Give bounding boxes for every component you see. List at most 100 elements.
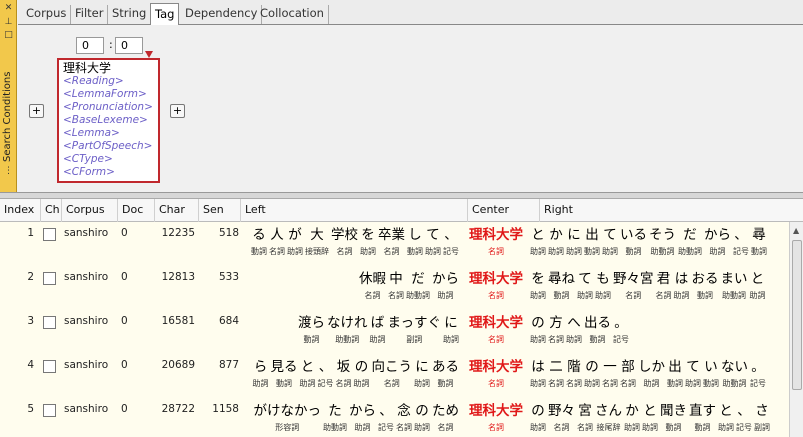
token-word: 宮 [578,403,592,419]
token-word: だ [683,227,697,243]
grip-icon[interactable]: ⋮ [3,166,14,176]
token-pos: 助詞 [595,291,611,300]
table-row[interactable]: 5 sanshiro 0 28722 1158 がけなかっ 形容詞た助動詞 から 助詞、記号念名… [0,398,789,437]
right-token: と助詞 [718,402,734,433]
token-pos: 名詞 [655,291,672,300]
scroll-up-icon[interactable]: ▲ [793,226,799,235]
row-checkbox[interactable] [43,272,56,285]
token-word: 、 [737,403,751,419]
token-pos: 名詞 [602,379,618,388]
tab-string[interactable]: String [108,5,152,24]
token-word: ば [370,315,385,331]
token-pos: 助詞 [643,379,660,388]
col-sen[interactable]: Sen [199,199,241,222]
token-word: そう [649,227,676,243]
token-pos: 助詞 [530,379,546,388]
attr-lemmaform[interactable]: <LemmaForm> [63,88,154,101]
right-token: も助詞 [595,270,611,301]
col-left[interactable]: Left [241,199,468,222]
right-token: そう 助動詞 [649,226,676,257]
token-word: は [674,271,689,287]
right-token: は助詞 [530,358,546,389]
token-word: から [349,403,376,419]
left-token: し動詞 [407,226,423,257]
left-token: 念名詞 [396,402,412,433]
row-index: 1 [27,227,34,239]
table-row[interactable]: 2 sanshiro 0 12813 533 休暇 名詞中名詞だ助動詞 から 助詞 理科大学 名詞を… [0,266,789,311]
token-pos: 形容詞 [275,423,300,432]
table-row[interactable]: 3 sanshiro 0 16581 684 渡ら 動詞 なけれ 助動詞ば助詞 まっすぐ 副詞に助詞… [0,310,789,355]
left-token: がけなかっ 形容詞 [254,402,322,433]
col-center[interactable]: Center [468,199,540,222]
attr-lemma[interactable]: <Lemma> [63,127,154,140]
attr-reading[interactable]: <Reading> [63,75,154,88]
col-doc[interactable]: Doc [118,199,155,222]
attr-baselexeme[interactable]: <BaseLexeme> [63,114,154,127]
center-keyword[interactable]: 理科大学 名詞 [468,402,526,433]
center-keyword[interactable]: 理科大学 名詞 [468,358,526,389]
results-table-header: Index Ch Corpus Doc Char Sen Left Center… [0,199,803,222]
token-word: の [531,403,545,419]
token-pos: 名詞 [488,335,504,344]
token-pos: 助詞 [353,379,370,388]
tab-collocation[interactable]: Collocation [256,5,329,24]
token-pos: 名詞 [383,379,400,388]
token-pos: 記号 [317,379,334,388]
attr-cform[interactable]: <CForm> [63,166,154,179]
tab-corpus[interactable]: Corpus [22,5,72,24]
token-word: 聞き [660,403,687,419]
restore-icon[interactable]: □ [3,30,14,40]
token-word: 出 [668,359,682,375]
center-keyword[interactable]: 理科大学 名詞 [468,226,526,257]
token-word: て [426,227,440,243]
token-word: に [415,359,429,375]
attr-pronunciation[interactable]: <Pronunciation> [63,101,154,114]
scroll-thumb[interactable] [792,240,802,390]
col-check[interactable]: Ch [41,199,62,222]
search-conditions-strip[interactable]: ✕ ⊥ □ Search Conditions ⋮ [0,0,17,192]
col-corpus[interactable]: Corpus [62,199,118,222]
center-keyword[interactable]: 理科大学 名詞 [468,314,526,345]
col-char[interactable]: Char [155,199,199,222]
table-row[interactable]: 1 sanshiro 0 12235 518 る動詞人名詞が助詞大接頭辞 学校 名詞を助詞 卒業… [0,222,789,267]
token-pos: 助動詞 [406,291,430,300]
right-context: の助詞 野々 名詞宮名詞 さん 接尾辞か助詞と助詞 聞き 動詞 直す 動詞と助詞、記号さ副詞 [527,398,789,437]
token-word: 。 [751,359,765,375]
row-checkbox[interactable] [43,404,56,417]
token-pos: 名詞 [488,247,504,256]
right-token: 二名詞 [548,358,564,389]
attr-partofspeech[interactable]: <PartOfSpeech> [63,140,154,153]
left-token: 見る 動詞 [271,358,298,389]
center-keyword[interactable]: 理科大学 名詞 [468,270,526,301]
add-left-button[interactable]: + [29,104,44,118]
row-checkbox[interactable] [43,228,56,241]
tag-node-box[interactable]: 理科大学 <Reading> <LemmaForm> <Pronunciatio… [57,58,160,183]
token-pos: 助動詞 [650,247,675,256]
left-token: 、記号 [318,358,334,389]
token-pos: 助動詞 [722,291,746,300]
row-checkbox[interactable] [43,316,56,329]
vertical-scrollbar[interactable]: ▲ [789,222,803,437]
close-icon[interactable]: ✕ [3,3,14,13]
left-token: ば助詞 [370,314,386,345]
split-divider[interactable] [0,192,803,199]
center-token: 理科大学 名詞 [469,226,523,257]
tab-filter[interactable]: Filter [71,5,109,24]
row-checkbox[interactable] [43,360,56,373]
col-right[interactable]: Right [540,199,803,222]
col-index[interactable]: Index [0,199,41,222]
attr-ctype[interactable]: <CType> [63,153,154,166]
left-token: から 助詞 [349,402,376,433]
tab-dependency[interactable]: Dependency [181,5,263,24]
table-row[interactable]: 4 sanshiro 0 20689 877 ら助詞 見る 動詞と助詞、記号坂名詞の助詞 向こう… [0,354,789,399]
token-word: 念 [397,403,411,419]
token-word: へ [567,315,581,331]
token-pos: 名詞 [269,247,285,256]
pin-icon[interactable]: ⊥ [3,17,14,27]
tab-tag[interactable]: Tag [150,3,180,26]
token-pos: 助詞 [566,247,582,256]
range-to-spinner[interactable]: 0 [115,37,143,54]
token-pos: 名詞 [396,423,412,432]
add-right-button[interactable]: + [170,104,185,118]
range-from-spinner[interactable]: 0 [76,37,104,54]
